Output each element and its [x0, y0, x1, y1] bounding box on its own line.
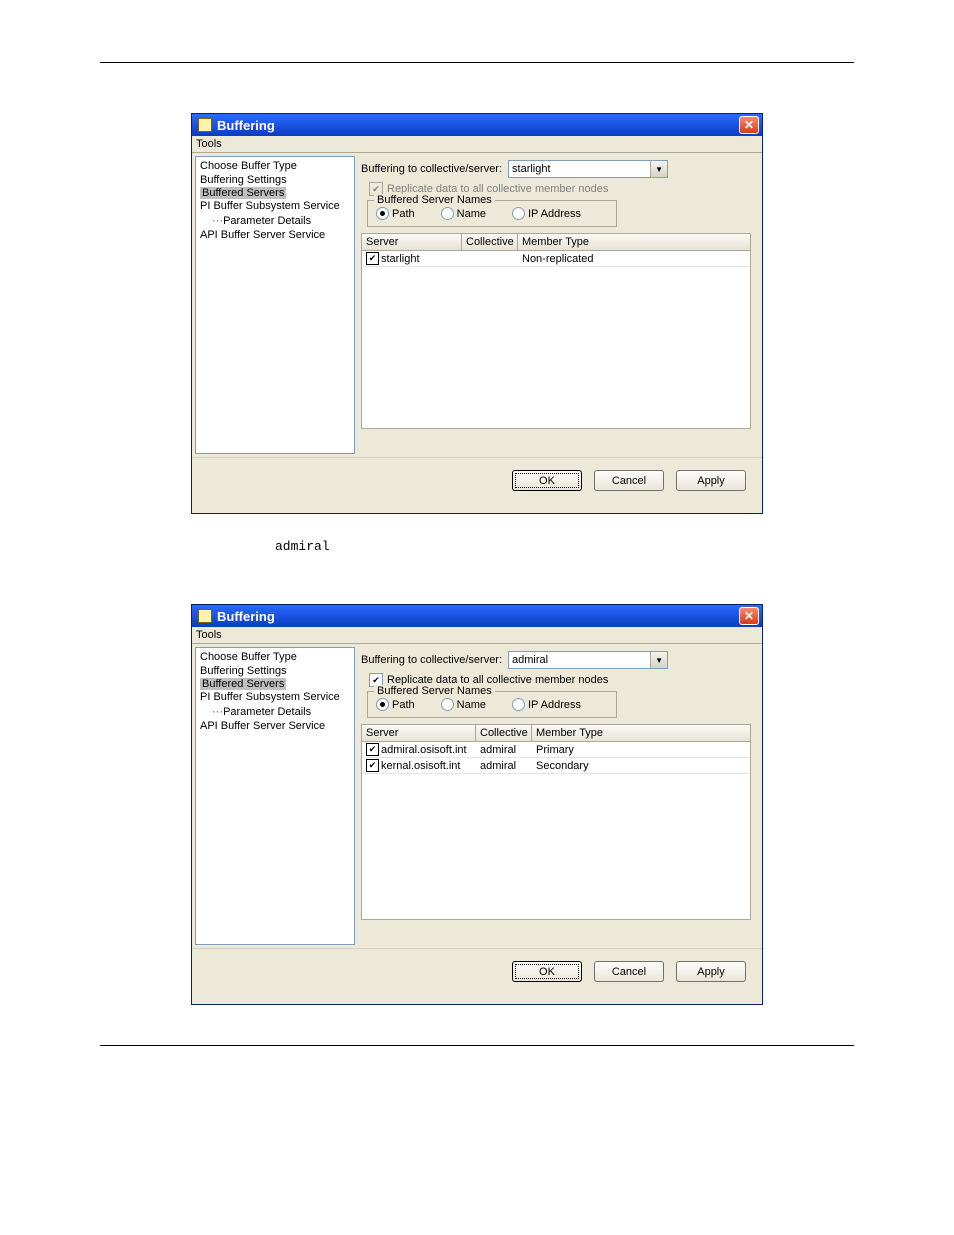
buffering-to-label: Buffering to collective/server: — [361, 654, 502, 666]
tree-item-pibufss[interactable]: PI Buffer Subsystem Service — [200, 690, 350, 704]
radio-name[interactable]: Name — [441, 698, 486, 711]
close-icon[interactable]: ✕ — [739, 116, 759, 134]
tree-item-choose-buffer[interactable]: Choose Buffer Type — [200, 650, 350, 664]
tree-item-pibufss[interactable]: PI Buffer Subsystem Service — [200, 199, 350, 213]
tree-item-api-buffer[interactable]: API Buffer Server Service — [200, 719, 350, 733]
dialog-body: Choose Buffer Type Buffering Settings Bu… — [192, 153, 762, 457]
content-pane: Buffering to collective/server: starligh… — [357, 154, 761, 456]
tree-item-parameter-details[interactable]: ⋯ Parameter Details — [200, 213, 350, 228]
nav-tree[interactable]: Choose Buffer Type Buffering Settings Bu… — [195, 156, 355, 454]
close-icon[interactable]: ✕ — [739, 607, 759, 625]
grid-header: Server Collective Member Type — [362, 234, 750, 251]
buffering-dialog-1: Buffering ✕ Tools Choose Buffer Type Buf… — [191, 113, 763, 514]
col-server[interactable]: Server — [362, 725, 476, 741]
col-member-type[interactable]: Member Type — [532, 725, 750, 741]
cancel-button[interactable]: Cancel — [594, 961, 664, 982]
fieldset-legend: Buffered Server Names — [374, 685, 495, 697]
dialog-body: Choose Buffer Type Buffering Settings Bu… — [192, 644, 762, 948]
radio-path[interactable]: Path — [376, 207, 415, 220]
buffering-to-label: Buffering to collective/server: — [361, 163, 502, 175]
servers-grid[interactable]: Server Collective Member Type ✔starlight… — [361, 233, 751, 429]
col-collective[interactable]: Collective — [476, 725, 532, 741]
nav-tree[interactable]: Choose Buffer Type Buffering Settings Bu… — [195, 647, 355, 945]
content-pane: Buffering to collective/server: admiral … — [357, 645, 761, 947]
buffering-dialog-2: Buffering ✕ Tools Choose Buffer Type Buf… — [191, 604, 763, 1005]
dialog-button-row: OK Cancel Apply — [192, 948, 762, 992]
dialog-button-row: OK Cancel Apply — [192, 457, 762, 501]
servers-grid[interactable]: Server Collective Member Type ✔admiral.o… — [361, 724, 751, 920]
radio-path[interactable]: Path — [376, 698, 415, 711]
tree-item-api-buffer[interactable]: API Buffer Server Service — [200, 228, 350, 242]
col-member-type[interactable]: Member Type — [518, 234, 750, 250]
radio-name[interactable]: Name — [441, 207, 486, 220]
buffered-server-names-fieldset: Buffered Server Names Path Name IP Addre… — [367, 691, 617, 718]
row-checkbox[interactable]: ✔ — [366, 252, 379, 265]
col-collective[interactable]: Collective — [462, 234, 518, 250]
grid-header: Server Collective Member Type — [362, 725, 750, 742]
radio-ip[interactable]: IP Address — [512, 698, 581, 711]
statusbar — [192, 992, 762, 1004]
ok-button[interactable]: OK — [512, 961, 582, 982]
menu-tools[interactable]: Tools — [196, 138, 222, 150]
chevron-down-icon[interactable]: ▼ — [650, 161, 667, 177]
page-bottom-rule — [100, 1045, 854, 1046]
window-title: Buffering — [217, 609, 739, 624]
tree-item-choose-buffer[interactable]: Choose Buffer Type — [200, 159, 350, 173]
chevron-down-icon[interactable]: ▼ — [650, 652, 667, 668]
menu-tools[interactable]: Tools — [196, 629, 222, 641]
fieldset-legend: Buffered Server Names — [374, 194, 495, 206]
table-row[interactable]: ✔kernal.osisoft.int admiral Secondary — [362, 758, 750, 774]
tree-item-buffered-servers[interactable]: Buffered Servers — [200, 187, 286, 199]
row-checkbox[interactable]: ✔ — [366, 743, 379, 756]
ok-button[interactable]: OK — [512, 470, 582, 491]
apply-button[interactable]: Apply — [676, 470, 746, 491]
row-checkbox[interactable]: ✔ — [366, 759, 379, 772]
tree-item-buffering-settings[interactable]: Buffering Settings — [200, 173, 350, 187]
radio-ip[interactable]: IP Address — [512, 207, 581, 220]
caption-text: admiral — [275, 539, 954, 554]
table-row[interactable]: ✔admiral.osisoft.int admiral Primary — [362, 742, 750, 758]
app-icon — [198, 118, 212, 132]
col-server[interactable]: Server — [362, 234, 462, 250]
table-row[interactable]: ✔starlight Non-replicated — [362, 251, 750, 267]
titlebar: Buffering ✕ — [192, 605, 762, 627]
page-top-rule — [100, 62, 854, 63]
buffered-server-names-fieldset: Buffered Server Names Path Name IP Addre… — [367, 200, 617, 227]
titlebar: Buffering ✕ — [192, 114, 762, 136]
tree-item-buffered-servers[interactable]: Buffered Servers — [200, 678, 286, 690]
apply-button[interactable]: Apply — [676, 961, 746, 982]
cancel-button[interactable]: Cancel — [594, 470, 664, 491]
menubar: Tools — [192, 627, 762, 644]
menubar: Tools — [192, 136, 762, 153]
tree-item-buffering-settings[interactable]: Buffering Settings — [200, 664, 350, 678]
app-icon — [198, 609, 212, 623]
server-combo-text: admiral — [509, 654, 650, 666]
server-combo[interactable]: starlight ▼ — [508, 160, 668, 178]
statusbar — [192, 501, 762, 513]
tree-item-parameter-details[interactable]: ⋯ Parameter Details — [200, 704, 350, 719]
window-title: Buffering — [217, 118, 739, 133]
server-combo-text: starlight — [509, 163, 650, 175]
server-combo[interactable]: admiral ▼ — [508, 651, 668, 669]
